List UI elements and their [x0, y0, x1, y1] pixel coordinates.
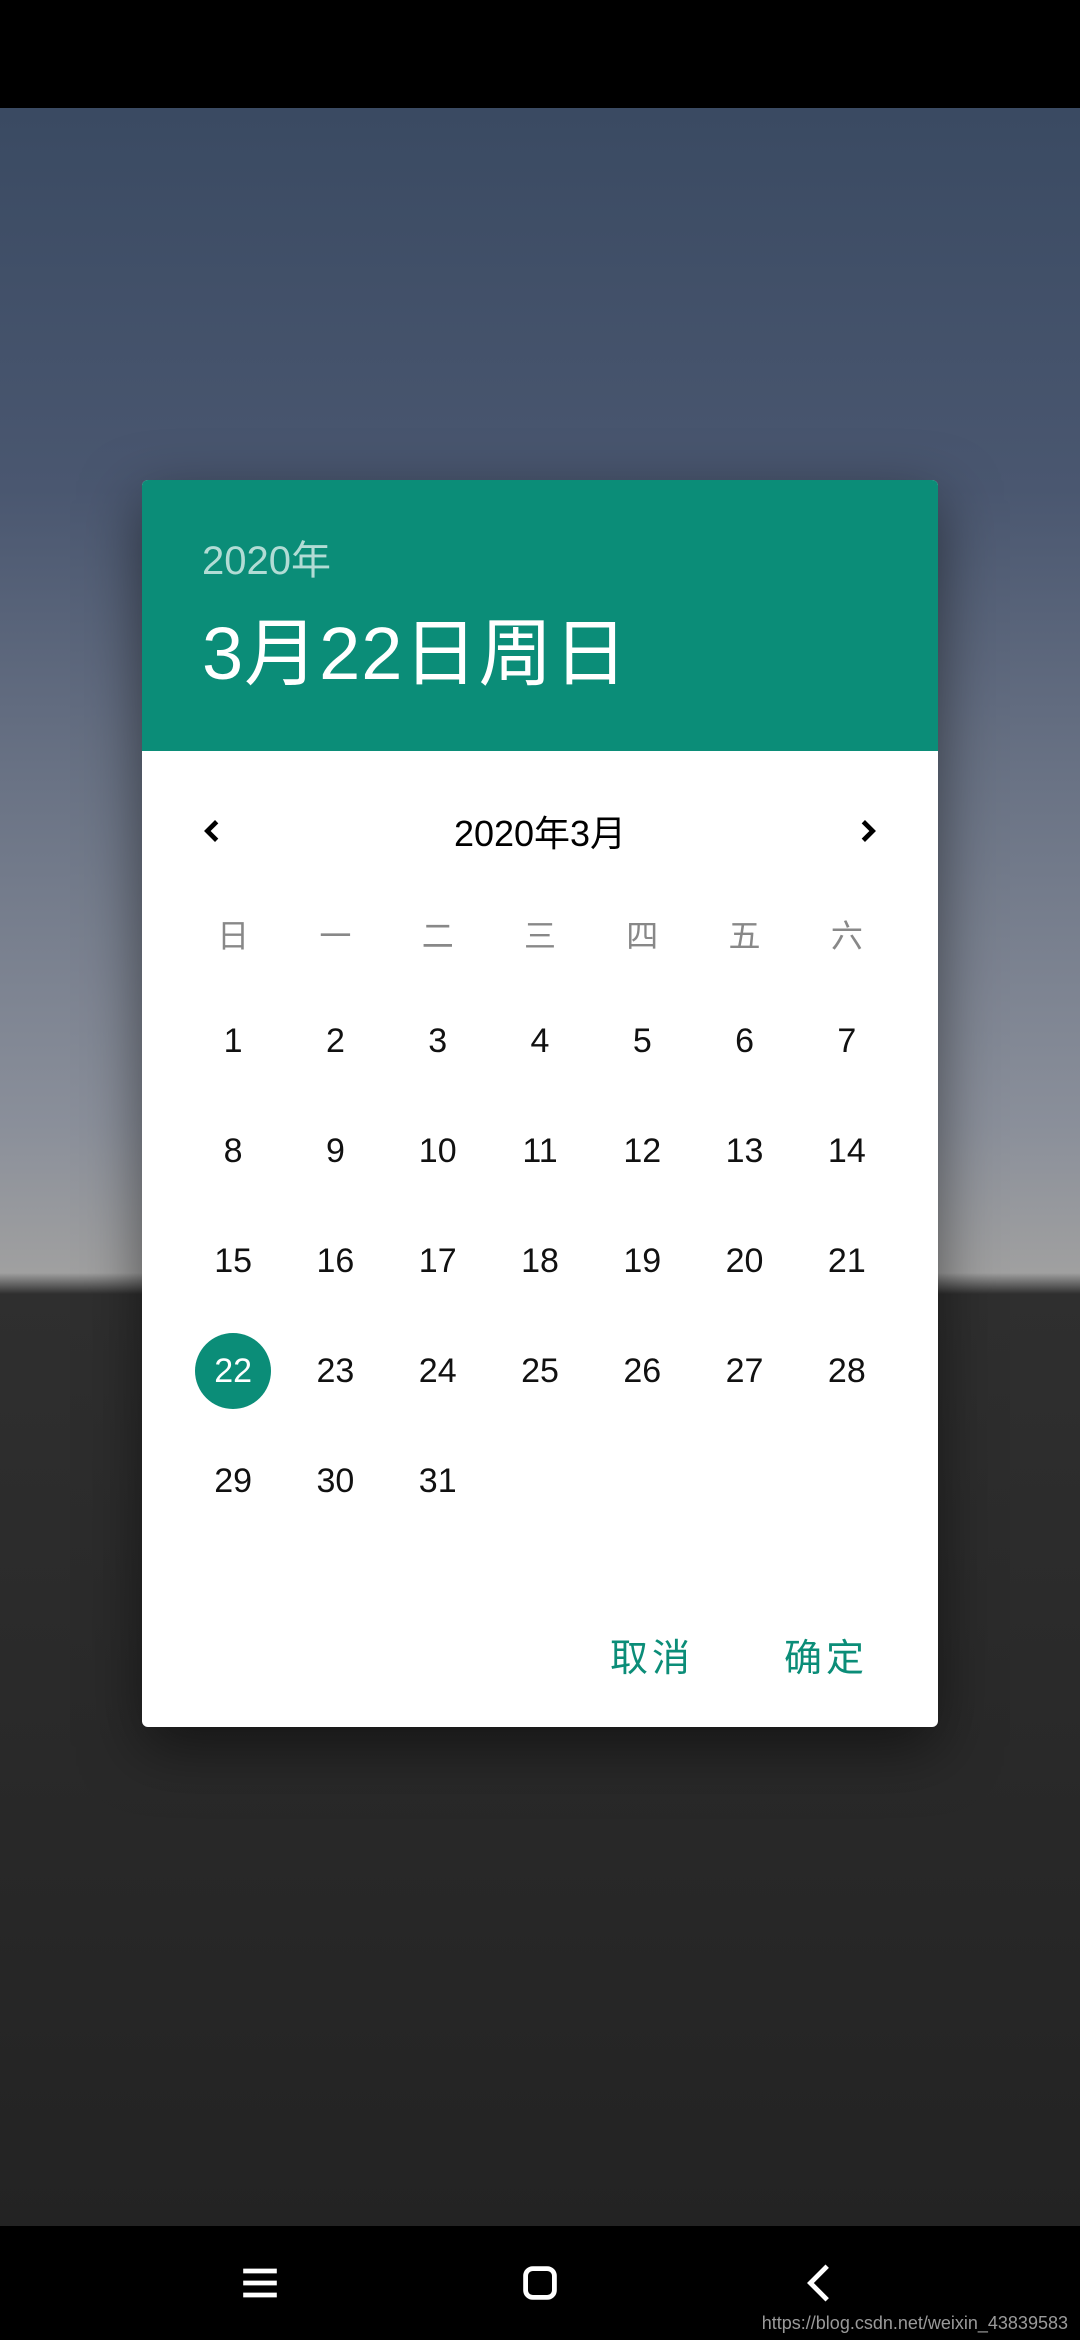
next-month-button[interactable] — [838, 801, 898, 861]
day-cell[interactable]: 2 — [284, 1005, 386, 1077]
day-cell[interactable]: 29 — [182, 1445, 284, 1517]
weekday-header: 六 — [796, 891, 898, 967]
prev-month-button[interactable] — [182, 801, 242, 861]
month-navigation: 2020年3月 — [142, 751, 938, 891]
day-cell[interactable]: 11 — [489, 1115, 591, 1187]
confirm-button[interactable]: 确定 — [784, 1627, 868, 1682]
header-date[interactable]: 3月22日周日 — [202, 594, 878, 701]
back-button[interactable] — [796, 2259, 844, 2307]
day-cell-empty — [796, 1445, 898, 1517]
day-cell[interactable]: 31 — [387, 1445, 489, 1517]
day-cell[interactable]: 19 — [591, 1225, 693, 1297]
day-cell[interactable]: 30 — [284, 1445, 386, 1517]
weekday-header: 三 — [489, 891, 591, 967]
day-cell[interactable]: 22 — [182, 1335, 284, 1407]
day-cell[interactable]: 14 — [796, 1115, 898, 1187]
day-cell[interactable]: 17 — [387, 1225, 489, 1297]
cancel-button[interactable]: 取消 — [610, 1627, 694, 1682]
day-cell[interactable]: 10 — [387, 1115, 489, 1187]
day-cell[interactable]: 8 — [182, 1115, 284, 1187]
day-cell[interactable]: 28 — [796, 1335, 898, 1407]
day-cell[interactable]: 16 — [284, 1225, 386, 1297]
header-year[interactable]: 2020年 — [202, 528, 878, 586]
day-cell[interactable]: 5 — [591, 1005, 693, 1077]
menu-icon — [236, 2259, 284, 2307]
day-cell[interactable]: 23 — [284, 1335, 386, 1407]
dialog-actions: 取消 确定 — [142, 1537, 938, 1727]
chevron-right-icon — [854, 817, 882, 845]
day-cell[interactable]: 21 — [796, 1225, 898, 1297]
weekday-header: 一 — [284, 891, 386, 967]
weekday-header: 五 — [693, 891, 795, 967]
day-cell[interactable]: 13 — [693, 1115, 795, 1187]
day-cell[interactable]: 20 — [693, 1225, 795, 1297]
chevron-left-icon — [198, 817, 226, 845]
weekday-header: 二 — [387, 891, 489, 967]
weekday-header: 四 — [591, 891, 693, 967]
day-cell[interactable]: 7 — [796, 1005, 898, 1077]
day-cell[interactable]: 25 — [489, 1335, 591, 1407]
day-cell[interactable]: 12 — [591, 1115, 693, 1187]
menu-button[interactable] — [236, 2259, 284, 2307]
day-cell-empty — [489, 1445, 591, 1517]
chevron-left-icon — [796, 2259, 844, 2307]
day-cell[interactable]: 24 — [387, 1335, 489, 1407]
date-picker-dialog: 2020年 3月22日周日 2020年3月 日一二三四五六12345678910… — [142, 480, 938, 1727]
day-cell[interactable]: 3 — [387, 1005, 489, 1077]
day-cell[interactable]: 26 — [591, 1335, 693, 1407]
day-cell[interactable]: 18 — [489, 1225, 591, 1297]
dialog-header: 2020年 3月22日周日 — [142, 480, 938, 751]
square-icon — [516, 2259, 564, 2307]
day-cell-empty — [693, 1445, 795, 1517]
day-cell[interactable]: 1 — [182, 1005, 284, 1077]
day-cell-empty — [591, 1445, 693, 1517]
watermark: https://blog.csdn.net/weixin_43839583 — [762, 2313, 1068, 2334]
calendar-grid: 日一二三四五六123456789101112131415161718192021… — [142, 891, 938, 1537]
day-cell[interactable]: 6 — [693, 1005, 795, 1077]
day-cell[interactable]: 4 — [489, 1005, 591, 1077]
weekday-header: 日 — [182, 891, 284, 967]
day-cell[interactable]: 15 — [182, 1225, 284, 1297]
month-label[interactable]: 2020年3月 — [454, 805, 626, 857]
day-cell[interactable]: 9 — [284, 1115, 386, 1187]
day-cell[interactable]: 27 — [693, 1335, 795, 1407]
home-button[interactable] — [516, 2259, 564, 2307]
